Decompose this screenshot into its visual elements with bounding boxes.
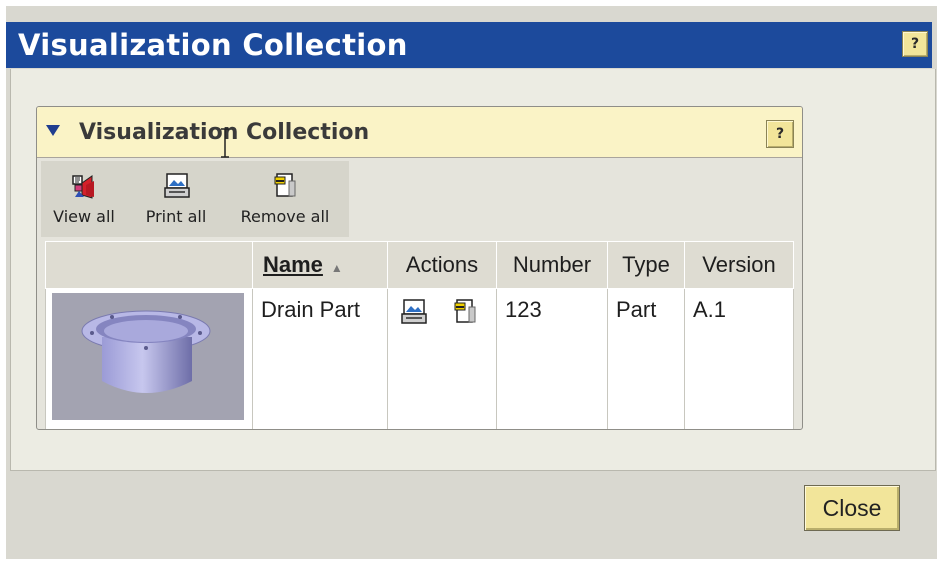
remove-all-button[interactable]: Remove all: [225, 161, 345, 237]
section-help-button[interactable]: ?: [766, 120, 794, 148]
thumbnail-cell: [45, 288, 253, 429]
remove-icon: [274, 173, 296, 197]
part-type-cell: Part: [607, 288, 685, 429]
thumbnail-column-header: [45, 241, 253, 289]
part-thumbnail[interactable]: [52, 293, 244, 420]
view-all-icon: [72, 175, 94, 199]
dialog-help-button[interactable]: ?: [902, 31, 928, 57]
table-row: Drain Part 123 Part A.1: [45, 288, 794, 429]
dialog-title-bar: Visualization Collection ?: [6, 22, 932, 68]
view-all-label: View all: [53, 207, 115, 226]
sort-ascending-icon: ▲: [330, 261, 343, 275]
remove-all-label: Remove all: [240, 207, 330, 226]
part-number-cell: 123: [496, 288, 608, 429]
collapse-triangle-icon[interactable]: [46, 125, 60, 136]
collection-table: Name ▲ Actions Number Type Version Drain…: [45, 241, 794, 429]
text-cursor-icon: [221, 128, 229, 158]
part-name-cell: Drain Part: [252, 288, 388, 429]
print-all-button[interactable]: Print all: [133, 161, 219, 237]
remove-icon[interactable]: [450, 297, 482, 327]
section-header: Visualization Collection ?: [37, 107, 802, 158]
dialog-title: Visualization Collection: [18, 28, 408, 62]
collection-toolbar: View all Print all Remove all: [41, 161, 349, 237]
visualization-collection-panel: Visualization Collection ? View all Prin…: [36, 106, 803, 430]
drain-part-image: [81, 310, 211, 393]
close-button[interactable]: Close: [804, 485, 900, 531]
part-version-cell: A.1: [684, 288, 794, 429]
number-column-header[interactable]: Number: [496, 241, 608, 289]
view-all-button[interactable]: View all: [41, 161, 127, 237]
actions-cell: [387, 288, 497, 429]
version-column-header[interactable]: Version: [684, 241, 794, 289]
name-column-label[interactable]: Name: [263, 252, 323, 277]
actions-column-header: Actions: [387, 241, 497, 289]
type-column-header[interactable]: Type: [607, 241, 685, 289]
table-header-row: Name ▲ Actions Number Type Version: [45, 241, 794, 289]
print-icon[interactable]: [398, 297, 430, 327]
name-column-header[interactable]: Name ▲: [252, 241, 388, 289]
print-all-label: Print all: [145, 207, 207, 226]
print-icon: [164, 173, 190, 198]
